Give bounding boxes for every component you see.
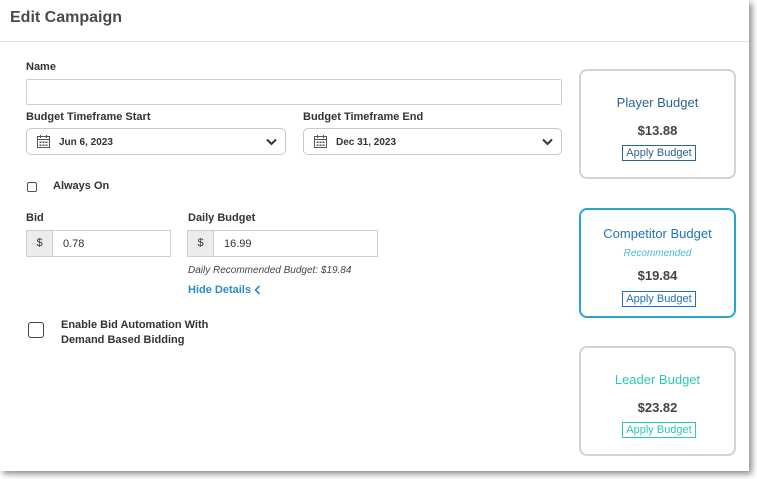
- chevron-down-icon: [542, 138, 553, 146]
- timeframe-end-value: Dec 31, 2023: [336, 137, 397, 148]
- bid-label: Bid: [26, 212, 44, 224]
- timeframe-end-select[interactable]: Dec 31, 2023: [303, 128, 562, 155]
- name-input[interactable]: [26, 79, 562, 105]
- daily-budget-input[interactable]: $ 16.99: [187, 230, 378, 257]
- bid-automation-label-line2: Demand Based Bidding: [61, 334, 185, 346]
- budget-card-amount: $13.88: [637, 123, 678, 138]
- budget-card-name: Competitor Budget: [603, 226, 712, 241]
- budget-card-player[interactable]: Player Budget $13.88 Apply Budget: [579, 69, 736, 179]
- chevron-left-icon: [254, 285, 261, 295]
- budget-card-leader[interactable]: Leader Budget $23.82 Apply Budget: [579, 346, 736, 456]
- bid-automation-checkbox[interactable]: [28, 322, 44, 338]
- name-label: Name: [26, 61, 56, 73]
- bid-automation-label-line1: Enable Bid Automation With: [61, 319, 209, 331]
- currency-addon: $: [27, 231, 53, 256]
- timeframe-start-label: Budget Timeframe Start: [26, 111, 151, 123]
- dialog-header: Edit Campaign: [0, 0, 749, 42]
- calendar-icon: [37, 135, 50, 148]
- hide-details-label: Hide Details: [188, 284, 251, 296]
- hide-details-link[interactable]: Hide Details: [188, 284, 261, 296]
- always-on-checkbox[interactable]: [27, 182, 37, 192]
- page-title: Edit Campaign: [10, 9, 123, 26]
- budget-card-name: Leader Budget: [614, 372, 701, 387]
- currency-addon: $: [188, 231, 214, 256]
- daily-recommended-text: Daily Recommended Budget: $19.84: [188, 265, 352, 276]
- always-on-label: Always On: [53, 180, 110, 192]
- budget-card-name: Player Budget: [616, 95, 699, 110]
- timeframe-start-select[interactable]: Jun 6, 2023: [26, 128, 286, 155]
- bid-automation-label: Enable Bid Automation With Demand Based …: [61, 318, 231, 348]
- calendar-icon: [314, 135, 327, 148]
- daily-budget-value: 16.99: [224, 238, 252, 250]
- timeframe-start-value: Jun 6, 2023: [59, 137, 113, 148]
- apply-budget-button[interactable]: Apply Budget: [622, 145, 696, 161]
- apply-budget-button[interactable]: Apply Budget: [622, 291, 696, 307]
- budget-card-competitor[interactable]: Competitor Budget Recommended $19.84 App…: [579, 208, 736, 318]
- chevron-down-icon: [266, 138, 277, 146]
- bid-input[interactable]: $ 0.78: [26, 230, 171, 257]
- edit-campaign-dialog: Edit Campaign Name Budget Timeframe Star…: [0, 0, 749, 471]
- daily-budget-label: Daily Budget: [188, 212, 256, 224]
- budget-card-amount: $23.82: [637, 400, 678, 415]
- bid-value: 0.78: [63, 238, 85, 250]
- budget-card-amount: $19.84: [637, 268, 678, 283]
- recommended-tag: Recommended: [623, 248, 692, 259]
- timeframe-end-label: Budget Timeframe End: [303, 111, 424, 123]
- apply-budget-button[interactable]: Apply Budget: [622, 422, 696, 438]
